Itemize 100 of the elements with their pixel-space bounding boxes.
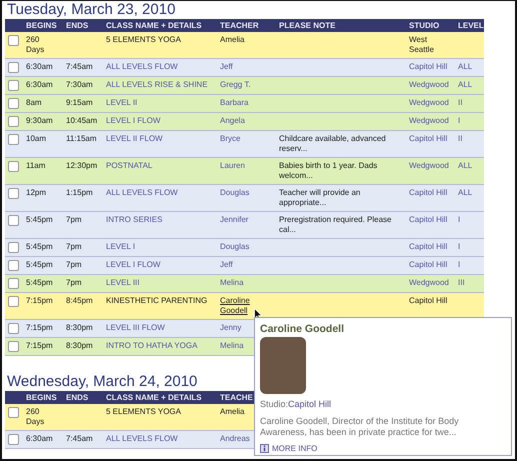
- class-name[interactable]: POSTNATAL: [106, 161, 152, 171]
- teacher-name[interactable]: Amelia: [220, 35, 244, 45]
- studio-name[interactable]: Wedgwood: [409, 278, 449, 288]
- row-checkbox[interactable]: [8, 323, 19, 334]
- class-name[interactable]: INTRO TO HATHA YOGA: [106, 341, 198, 351]
- row-checkbox[interactable]: [8, 341, 19, 352]
- class-name[interactable]: INTRO SERIES: [106, 215, 162, 225]
- column-header: STUDIO: [409, 21, 440, 30]
- row-checkbox[interactable]: [8, 134, 19, 145]
- begins-time: 5:45pm: [26, 260, 53, 270]
- row-checkbox[interactable]: [8, 188, 19, 199]
- row-checkbox[interactable]: [8, 407, 19, 418]
- teacher-name[interactable]: Jeff: [220, 62, 233, 72]
- class-name: KINESTHETIC PARENTING: [106, 296, 208, 306]
- teacher-name[interactable]: Lauren: [220, 161, 245, 171]
- studio-name[interactable]: Wedgwood: [409, 80, 449, 90]
- teacher-name[interactable]: Douglas: [220, 242, 250, 252]
- teacher-name[interactable]: Melina: [220, 341, 244, 351]
- column-header: TEACHER: [220, 21, 259, 30]
- ends-time: 12:30pm: [66, 161, 98, 171]
- teacher-name[interactable]: Andreas: [220, 434, 250, 444]
- ends-time: 1:15pm: [66, 188, 93, 198]
- column-header: BEGINS: [26, 393, 57, 402]
- class-name[interactable]: LEVEL I FLOW: [106, 116, 160, 126]
- column-header: TEACHE: [220, 393, 253, 402]
- class-name[interactable]: LEVEL I FLOW: [106, 260, 160, 270]
- class-name[interactable]: LEVEL II FLOW: [106, 134, 163, 144]
- begins-time: 260 Days: [26, 407, 44, 427]
- begins-time: 8am: [26, 98, 42, 108]
- level-text[interactable]: III: [458, 278, 465, 288]
- level-text[interactable]: ALL: [458, 80, 472, 90]
- teacher-name[interactable]: Douglas: [220, 188, 250, 198]
- row-checkbox[interactable]: [8, 161, 19, 172]
- note-text: Teacher will provide an appropriate...: [279, 188, 362, 208]
- studio-name[interactable]: Wedgwood: [409, 161, 449, 171]
- info-icon[interactable]: [260, 444, 269, 453]
- row-checkbox[interactable]: [8, 116, 19, 127]
- level-text[interactable]: I: [458, 215, 460, 225]
- row-checkbox[interactable]: [8, 278, 19, 289]
- ends-time: 9:15am: [66, 98, 93, 108]
- teacher-name[interactable]: Caroline Goodell: [220, 296, 275, 316]
- teacher-name[interactable]: Angela: [220, 116, 245, 126]
- level-text[interactable]: II: [458, 134, 462, 144]
- studio-link[interactable]: Capitol Hill: [288, 399, 332, 409]
- ends-time: 7:45am: [66, 62, 93, 72]
- level-text[interactable]: ALL: [458, 161, 472, 171]
- begins-time: 5:45pm: [26, 278, 53, 288]
- row-checkbox[interactable]: [8, 62, 19, 73]
- row-checkbox[interactable]: [8, 434, 19, 445]
- row-checkbox[interactable]: [8, 98, 19, 109]
- teacher-bio: Caroline Goodell, Director of the Institute for Body Awareness, has been in private practice for twe...: [260, 416, 460, 438]
- row-checkbox[interactable]: [8, 80, 19, 91]
- level-text[interactable]: II: [458, 98, 462, 108]
- class-name[interactable]: ALL LEVELS FLOW: [106, 188, 178, 198]
- ends-time: 7:30am: [66, 80, 93, 90]
- note-text: Childcare available, advanced reserv...: [279, 134, 387, 154]
- class-name[interactable]: ALL LEVELS FLOW: [106, 62, 178, 72]
- note-text: Babies birth to 1 year. Dads welcom...: [279, 161, 378, 181]
- popup-title: Caroline Goodell: [260, 323, 346, 335]
- class-name[interactable]: ALL LEVELS FLOW: [106, 434, 178, 444]
- row-checkbox[interactable]: [8, 242, 19, 253]
- level-text[interactable]: I: [458, 260, 460, 270]
- level-text[interactable]: ALL: [458, 188, 472, 198]
- teacher-name[interactable]: Amelia: [220, 407, 244, 417]
- studio-name[interactable]: Capitol Hill: [409, 134, 448, 144]
- teacher-name[interactable]: Bryce: [220, 134, 240, 144]
- level-text[interactable]: I: [458, 116, 460, 126]
- ends-time: 7pm: [66, 242, 82, 252]
- teacher-name[interactable]: Barbara: [220, 98, 248, 108]
- row-checkbox[interactable]: [8, 215, 19, 226]
- studio-name[interactable]: Capitol Hill: [409, 62, 448, 72]
- column-header: ENDS: [66, 393, 88, 402]
- teacher-name[interactable]: Jeff: [220, 260, 233, 270]
- column-header: ENDS: [66, 21, 88, 30]
- studio-name[interactable]: Capitol Hill: [409, 260, 448, 270]
- studio-name[interactable]: Capitol Hill: [409, 188, 448, 198]
- studio-name[interactable]: Capitol Hill: [409, 242, 448, 252]
- class-name[interactable]: LEVEL III FLOW: [106, 323, 165, 333]
- class-name[interactable]: LEVEL III: [106, 278, 140, 288]
- row-checkbox[interactable]: [8, 260, 19, 271]
- teacher-name[interactable]: Jennifer: [220, 215, 248, 225]
- class-name[interactable]: LEVEL I: [106, 242, 136, 252]
- note-text: Preregistration required. Please cal...: [279, 215, 393, 235]
- studio-name[interactable]: Wedgwood: [409, 98, 449, 108]
- class-name[interactable]: ALL LEVELS RISE & SHINE: [106, 80, 208, 90]
- photo-placeholder: [260, 337, 306, 394]
- studio-name[interactable]: Capitol Hill: [409, 215, 448, 225]
- level-text[interactable]: I: [458, 242, 460, 252]
- begins-time: 260 Days: [26, 35, 44, 55]
- level-text[interactable]: ALL: [458, 62, 472, 72]
- studio-name[interactable]: Wedgwood: [409, 116, 449, 126]
- class-name[interactable]: LEVEL II: [106, 98, 138, 108]
- ends-time: 7:45am: [66, 434, 93, 444]
- more-info-link[interactable]: MORE INFO: [272, 444, 318, 453]
- teacher-name[interactable]: Melina: [220, 278, 244, 288]
- row-checkbox[interactable]: [8, 296, 19, 307]
- column-header: CLASS NAME + DETAILS: [106, 21, 202, 30]
- teacher-name[interactable]: Jenny: [220, 323, 242, 333]
- teacher-name[interactable]: Gregg T.: [220, 80, 251, 90]
- row-checkbox[interactable]: [8, 35, 19, 46]
